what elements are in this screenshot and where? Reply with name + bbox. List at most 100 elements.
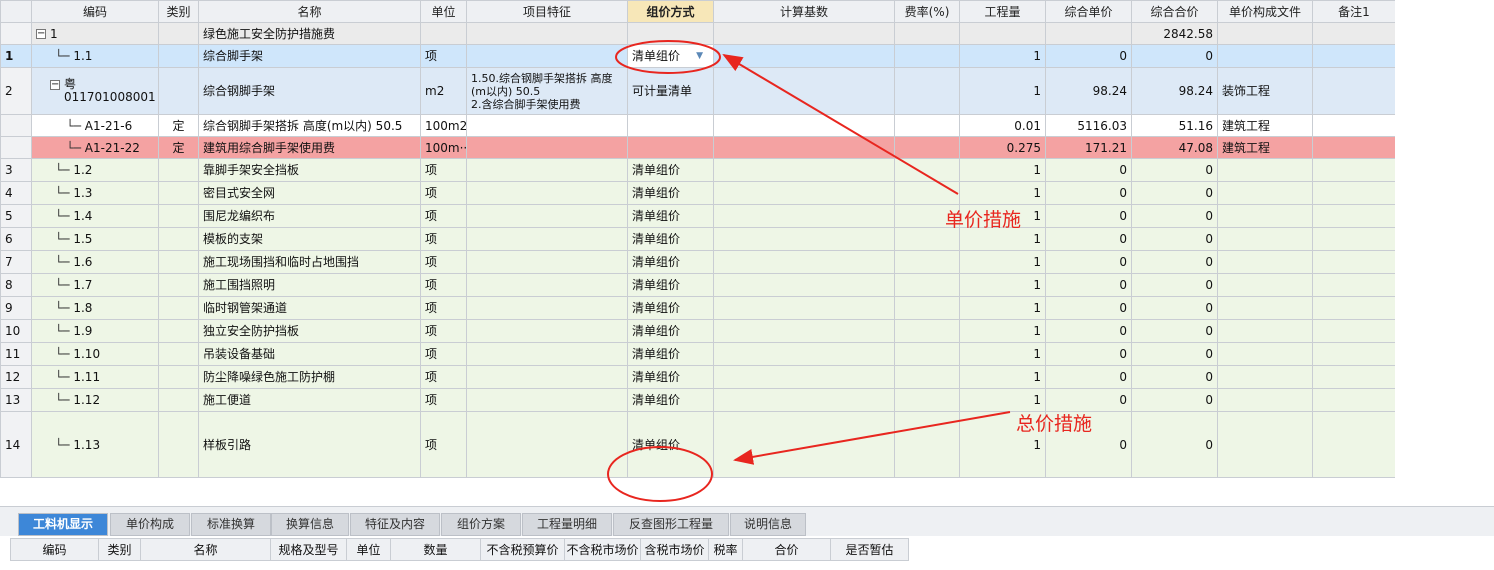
cell-file[interactable] [1217,365,1313,389]
cell-qty[interactable]: 1 [959,158,1046,182]
table-row[interactable]: 2 − 粤 011701008001 综合钢脚手架 m2 1.50.综合钢脚手架搭拆… [0,67,1396,115]
cell-method[interactable] [627,136,714,159]
cell-base[interactable] [713,67,895,115]
table-row[interactable]: 11 └─ 1.10 吊装设备基础 项 清单组价 1 0 0 [0,342,1396,366]
cell-rate[interactable] [894,250,960,274]
cell-file[interactable] [1217,388,1313,412]
cell-method[interactable]: 清单组价 [627,204,714,228]
cell-code[interactable]: └─ 1.10 [31,342,159,366]
cell-unit[interactable]: 项 [420,411,467,478]
cell-feature[interactable] [466,227,628,251]
table-row[interactable]: 7 └─ 1.6 施工现场围挡和临时占地围挡 项 清单组价 1 0 0 [0,250,1396,274]
cell-method[interactable]: 清单组价 [627,273,714,297]
cell-note[interactable] [1312,136,1396,159]
cell-file[interactable] [1217,319,1313,343]
cell-name[interactable]: 施工现场围挡和临时占地围挡 [198,250,421,274]
cell-type[interactable] [158,227,199,251]
cell-file[interactable] [1217,250,1313,274]
col-header-feature[interactable]: 项目特征 [466,0,628,23]
cell-note[interactable] [1312,22,1396,45]
cell-code[interactable]: └─ 1.12 [31,388,159,412]
cell-total[interactable]: 0 [1131,44,1218,68]
cell-name[interactable]: 防尘降噪绿色施工防护棚 [198,365,421,389]
cell-unit[interactable]: 100m2 [420,114,467,137]
cell-qty[interactable]: 1 [959,250,1046,274]
cell-file[interactable] [1217,22,1313,45]
cell-file[interactable] [1217,342,1313,366]
sub-col-spec[interactable]: 规格及型号 [270,538,347,561]
cell-type[interactable] [158,204,199,228]
cell-total[interactable]: 0 [1131,319,1218,343]
col-header-unit[interactable]: 单位 [420,0,467,23]
cell-file[interactable]: 装饰工程 [1217,67,1313,115]
cell-price[interactable]: 0 [1045,296,1132,320]
cell-method[interactable]: 清单组价 [627,158,714,182]
cell-rate[interactable] [894,136,960,159]
sub-col-name[interactable]: 名称 [140,538,271,561]
cell-name[interactable]: 临时钢管架通道 [198,296,421,320]
cell-total[interactable]: 51.16 [1131,114,1218,137]
cell-feature[interactable]: 1.50.综合钢脚手架搭拆 高度(m以内) 50.5 2.含综合脚手架使用费 [466,67,628,115]
table-row[interactable]: 10 └─ 1.9 独立安全防护挡板 项 清单组价 1 0 0 [0,319,1396,343]
col-header-note[interactable]: 备注1 [1312,0,1396,23]
cell-note[interactable] [1312,273,1396,297]
collapse-icon[interactable]: − [36,29,46,39]
cell-type[interactable] [158,181,199,205]
cell-qty[interactable]: 0.275 [959,136,1046,159]
cell-name[interactable]: 建筑用综合脚手架使用费 [198,136,421,159]
cell-file[interactable] [1217,273,1313,297]
table-row[interactable]: 14 └─ 1.13 样板引路 项 清单组价 1 0 0 [0,411,1396,478]
cell-base[interactable] [713,181,895,205]
cell-qty[interactable]: 1 [959,44,1046,68]
cell-unit[interactable]: 项 [420,296,467,320]
cell-price[interactable]: 0 [1045,227,1132,251]
cell-method[interactable]: 可计量清单 [627,67,714,115]
tab-description[interactable]: 说明信息 [730,513,806,536]
cell-method[interactable] [627,114,714,137]
tab-labor-material[interactable]: 工料机显示 [18,513,108,536]
sub-col-qty[interactable]: 数量 [390,538,481,561]
tab-conversion-info[interactable]: 换算信息 [271,513,349,536]
table-row-highlighted[interactable]: └─ A1-21-22 定 建筑用综合脚手架使用费 100m··· 0.275 … [0,136,1396,159]
cell-unit[interactable]: 项 [420,365,467,389]
cell-feature[interactable] [466,44,628,68]
cell-file[interactable] [1217,411,1313,478]
cell-note[interactable] [1312,342,1396,366]
cell-note[interactable] [1312,44,1396,68]
cell-file[interactable]: 建筑工程 [1217,136,1313,159]
cell-name[interactable]: 施工围挡照明 [198,273,421,297]
cell-price[interactable]: 98.24 [1045,67,1132,115]
cell-base[interactable] [713,319,895,343]
cell-unit[interactable]: m2 [420,67,467,115]
cell-rate[interactable] [894,114,960,137]
cell-base[interactable] [713,342,895,366]
cell-base[interactable] [713,250,895,274]
cell-base[interactable] [713,411,895,478]
cell-base[interactable] [713,388,895,412]
cell-name[interactable]: 吊装设备基础 [198,342,421,366]
cell-price[interactable]: 0 [1045,365,1132,389]
cell-type[interactable] [158,319,199,343]
cell-note[interactable] [1312,319,1396,343]
cell-qty[interactable]: 1 [959,296,1046,320]
cell-note[interactable] [1312,114,1396,137]
cell-code[interactable]: └─ 1.13 [31,411,159,478]
cell-total[interactable]: 0 [1131,250,1218,274]
method-dropdown[interactable]: 清单组价 ▼ [627,44,714,68]
cell-unit[interactable]: 项 [420,204,467,228]
cell-total[interactable]: 2842.58 [1131,22,1218,45]
cell-price[interactable] [1045,22,1132,45]
cell-unit[interactable]: 项 [420,44,467,68]
sub-col-budget-price[interactable]: 不含税预算价 [480,538,565,561]
cell-type[interactable] [158,44,199,68]
col-header-type[interactable]: 类别 [158,0,199,23]
table-row-selected[interactable]: 1 └─ 1.1 综合脚手架 项 清单组价 ▼ 1 0 0 [0,44,1396,68]
table-row[interactable]: └─ A1-21-6 定 综合钢脚手架搭拆 高度(m以内) 50.5 100m2… [0,114,1396,137]
cell-unit[interactable]: 项 [420,388,467,412]
table-row[interactable]: 5 └─ 1.4 围尼龙编织布 项 清单组价 1 0 0 [0,204,1396,228]
cell-name[interactable]: 靠脚手架安全挡板 [198,158,421,182]
cell-qty[interactable]: 1 [959,319,1046,343]
sub-col-amount[interactable]: 合价 [742,538,831,561]
cell-code[interactable]: └─ A1-21-6 [31,114,159,137]
cell-total[interactable]: 0 [1131,181,1218,205]
